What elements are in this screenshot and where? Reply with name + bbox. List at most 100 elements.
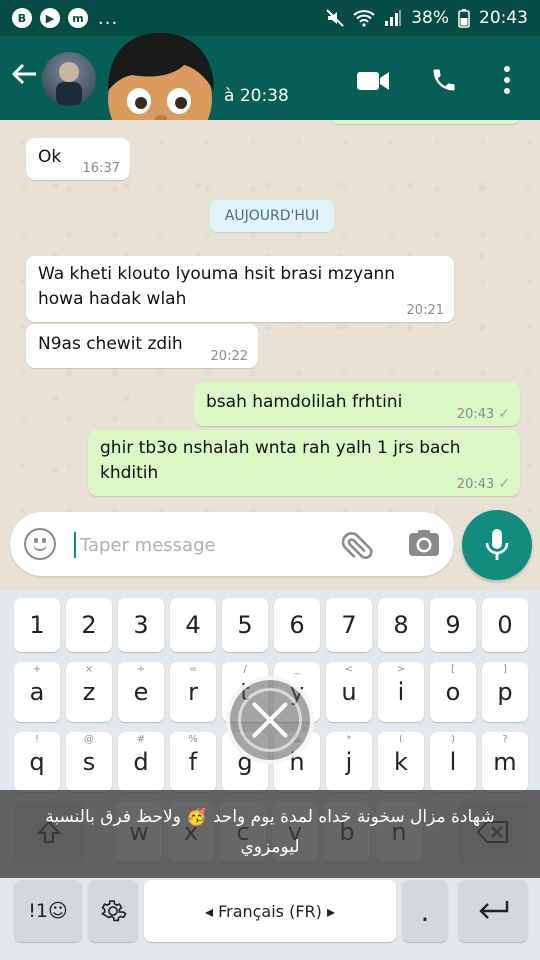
date-divider: AUJOURD'HUI: [210, 200, 334, 232]
key-label: f: [188, 748, 198, 776]
key-hint: ): [451, 734, 455, 745]
key-hint: _: [294, 664, 300, 675]
message-bubble[interactable]: N9as chewit zdih 20:22: [26, 324, 258, 368]
key-p[interactable]: ] p: [482, 662, 528, 722]
emoji-icon[interactable]: [24, 528, 56, 560]
key-hint: >: [396, 664, 406, 675]
message-bubble[interactable]: Ok 16:37: [26, 138, 130, 180]
key-label: k: [394, 748, 408, 776]
last-seen-status[interactable]: à 20:38: [224, 86, 289, 106]
key-q[interactable]: ! q: [14, 732, 60, 792]
settings-key[interactable]: [88, 880, 138, 942]
message-text: ghir tb3o nshalah wnta rah yalh 1 jrs ba…: [100, 438, 461, 483]
key-3[interactable]: 3: [118, 598, 164, 652]
key-9[interactable]: 9: [430, 598, 476, 652]
key-label: s: [82, 748, 96, 776]
key-j[interactable]: * j: [326, 732, 372, 792]
message-text: Ok: [38, 147, 62, 167]
gear-icon: [101, 900, 127, 922]
key-hint: *: [346, 734, 352, 745]
text-cursor: [74, 532, 76, 558]
chat-header: à 20:38: [0, 36, 540, 120]
message-bubble[interactable]: ghir tb3o nshalah wnta rah yalh 1 jrs ba…: [88, 430, 520, 496]
key-i[interactable]: > i: [378, 662, 424, 722]
key-hint: <: [344, 664, 354, 675]
space-bar[interactable]: ◂ Français (FR) ▸: [144, 880, 396, 942]
key-z[interactable]: × z: [66, 662, 112, 722]
key-hint: (: [399, 734, 403, 745]
on-screen-keyboard: 1 2 3 4 5 6 7 8 9 0 +a ×z ÷e =r /t _y <u…: [0, 590, 540, 960]
message-composer: [10, 512, 454, 576]
caption-line-1: شهادة مزال سخونة خداه لمدة يوم واحد 🥳 ول…: [45, 807, 495, 827]
key-label: e: [133, 678, 149, 706]
key-6[interactable]: 6: [274, 598, 320, 652]
key-label: a: [29, 678, 45, 706]
key-7[interactable]: 7: [326, 598, 372, 652]
mute-icon: [326, 9, 344, 27]
key-r[interactable]: = r: [170, 662, 216, 722]
caption-line-2: ليومزوي: [240, 837, 300, 857]
key-label: j: [345, 748, 353, 776]
b-app-icon: B: [12, 8, 32, 28]
wifi-icon: [353, 10, 375, 27]
message-text: bsah hamdolilah frhtini: [206, 392, 403, 412]
key-u[interactable]: < u: [326, 662, 372, 722]
key-m[interactable]: ? m: [482, 732, 528, 792]
key-hint: /: [243, 664, 247, 675]
more-options-icon[interactable]: [500, 66, 514, 94]
message-text: Wa kheti klouto lyouma hsit brasi mzyann…: [38, 264, 396, 309]
partial-message-bubble: [330, 120, 520, 124]
message-time-value: 20:43: [456, 477, 495, 492]
delivered-tick-icon: ✓: [498, 476, 510, 492]
key-label: m: [493, 748, 517, 776]
key-f[interactable]: % f: [170, 732, 216, 792]
message-time: 20:43 ✓: [457, 476, 510, 492]
enter-key[interactable]: [458, 880, 528, 942]
key-k[interactable]: (k: [378, 732, 424, 792]
key-e[interactable]: ÷ e: [118, 662, 164, 722]
status-time: 20:43: [479, 8, 528, 28]
message-time: 20:22: [210, 349, 248, 364]
key-5[interactable]: 5: [222, 598, 268, 652]
microphone-button[interactable]: [462, 510, 532, 580]
delivered-tick-icon: ✓: [498, 406, 510, 422]
camera-icon[interactable]: [408, 529, 440, 561]
youtube-icon: ▶: [40, 8, 60, 28]
key-2[interactable]: 2: [66, 598, 112, 652]
key-1[interactable]: 1: [14, 598, 60, 652]
message-bubble[interactable]: Wa kheti klouto lyouma hsit brasi mzyann…: [26, 256, 454, 322]
period-key[interactable]: .: [402, 880, 448, 942]
paperclip-icon[interactable]: [340, 528, 374, 566]
key-d[interactable]: # d: [118, 732, 164, 792]
key-o[interactable]: [o: [430, 662, 476, 722]
key-s[interactable]: @ s: [66, 732, 112, 792]
key-0[interactable]: 0: [482, 598, 528, 652]
back-arrow-icon[interactable]: [10, 60, 38, 94]
key-hint: ]: [503, 664, 507, 675]
message-text: N9as chewit zdih: [38, 334, 183, 354]
message-time: 20:43 ✓: [457, 406, 510, 422]
key-label: p: [497, 678, 513, 706]
message-time: 16:37: [82, 161, 120, 176]
more-notifications-indicator: ...: [98, 7, 119, 29]
status-bar: B ▶ m ... 38% 20:43: [0, 0, 540, 36]
key-hint: ÷: [136, 664, 146, 675]
key-a[interactable]: + a: [14, 662, 60, 722]
key-label: d: [133, 748, 149, 776]
voice-call-icon[interactable]: [430, 66, 458, 98]
key-label: l: [449, 748, 457, 776]
microphone-icon: [485, 529, 509, 560]
video-call-icon[interactable]: [356, 70, 390, 96]
message-time: 20:21: [406, 303, 444, 318]
key-hint: ?: [502, 734, 508, 745]
key-hint: ×: [84, 664, 94, 675]
key-4[interactable]: 4: [170, 598, 216, 652]
message-bubble[interactable]: bsah hamdolilah frhtini 20:43 ✓: [194, 382, 520, 426]
message-input[interactable]: [80, 530, 330, 560]
key-8[interactable]: 8: [378, 598, 424, 652]
close-icon[interactable]: [226, 676, 314, 764]
key-hint: %: [188, 734, 198, 745]
contact-avatar[interactable]: [42, 52, 96, 106]
key-l[interactable]: ) l: [430, 732, 476, 792]
symbols-key[interactable]: !1☺: [14, 880, 82, 942]
